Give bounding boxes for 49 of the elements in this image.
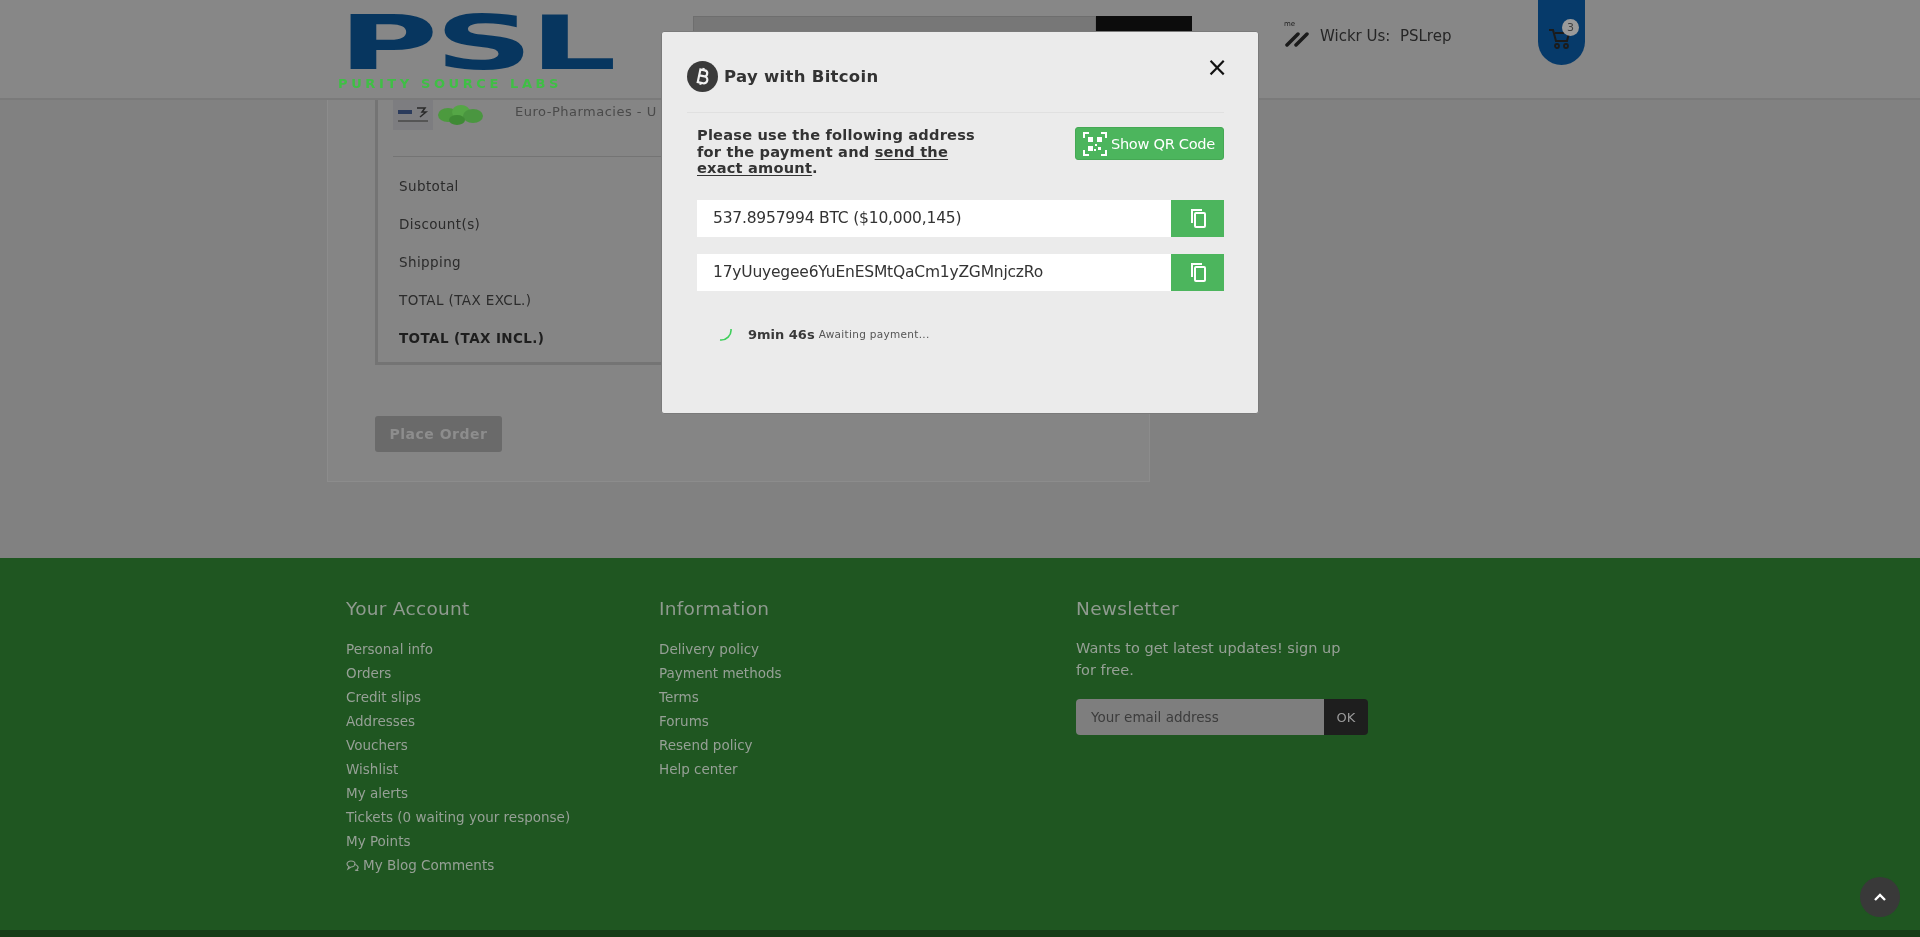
footer-link[interactable]: My Points <box>346 829 411 853</box>
product-name[interactable]: Euro-Pharmacies - U <box>515 104 657 119</box>
loading-spinner-icon <box>719 327 732 341</box>
copy-button[interactable] <box>1171 253 1224 291</box>
footer-heading: Your Account <box>346 598 471 619</box>
footer-link[interactable]: Help center <box>659 757 738 781</box>
double-slash-icon <box>1285 31 1311 47</box>
summary-label: TOTAL (TAX EXCL.) <box>399 291 532 310</box>
footer-link[interactable]: Delivery policy <box>659 637 760 661</box>
footer-link[interactable]: Orders <box>346 661 392 685</box>
footer-link[interactable]: My alerts <box>346 781 409 805</box>
payment-field[interactable]: 17yUuyegee6YuEnESMtQaCm1yZGMnjczRo <box>697 253 1171 291</box>
cart-button[interactable]: 3 <box>1538 0 1585 65</box>
copy-button[interactable] <box>1171 199 1224 237</box>
wickr-label: Wickr Us: PSLrep <box>1320 27 1452 45</box>
footer-link[interactable]: Credit slips <box>346 685 422 709</box>
summary-label: Subtotal <box>399 177 459 196</box>
modal-title: Pay with Bitcoin <box>724 66 879 86</box>
footer-link[interactable]: Wishlist <box>346 757 399 781</box>
footer-link[interactable]: Forums <box>659 709 709 733</box>
email-field[interactable]: Your email address <box>1076 699 1324 735</box>
close-button[interactable]: × <box>1204 54 1230 80</box>
footer-link[interactable]: Personal info <box>346 637 433 661</box>
payment-field[interactable]: 537.8957994 BTC ($10,000,145) <box>697 199 1171 237</box>
payment-status: Awaiting payment... <box>818 328 930 340</box>
cart-count-badge: 3 <box>1562 19 1579 36</box>
qr-code-icon <box>1082 131 1107 156</box>
summary-label: TOTAL (TAX INCL.) <box>399 329 545 348</box>
footer-heading: Newsletter <box>1076 598 1180 619</box>
footer-link[interactable]: Vouchers <box>346 733 408 757</box>
summary-label: Discount(s) <box>399 215 481 234</box>
footer-link[interactable]: Addresses <box>346 709 416 733</box>
summary-label: Shipping <box>399 253 462 272</box>
countdown-timer: 9min 46s <box>748 326 815 342</box>
copy-icon <box>1188 208 1207 228</box>
bitcoin-icon <box>687 60 718 92</box>
comments-icon <box>346 859 359 871</box>
payment-instruction: Please use the following address for the payment and send the exact amount. <box>697 127 976 177</box>
copy-icon <box>1188 262 1207 282</box>
footer-link[interactable]: My Blog Comments <box>346 853 495 877</box>
footer-heading: Information <box>659 598 771 619</box>
footer-link[interactable]: Payment methods <box>659 661 782 685</box>
footer-link[interactable]: Terms <box>659 685 699 709</box>
footer-link[interactable]: Resend policy <box>659 733 753 757</box>
subscribe-button[interactable]: OK <box>1324 699 1368 735</box>
newsletter-text: Wants to get latest updates! sign up for free. <box>1076 639 1342 680</box>
caret-up-icon <box>1874 893 1886 901</box>
show-qr-code-button[interactable]: Show QR Code <box>1074 127 1224 160</box>
footer-link[interactable]: Tickets (0 waiting your response) <box>346 805 571 829</box>
